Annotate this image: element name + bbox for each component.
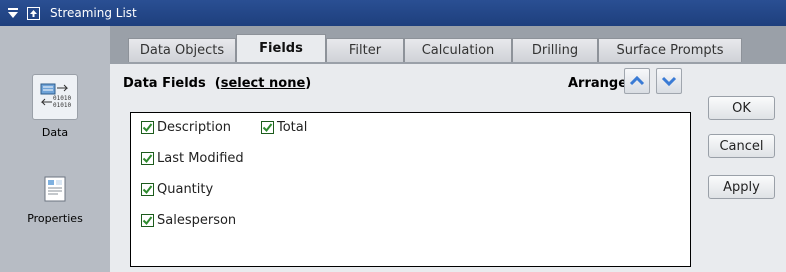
field-item-last-modified[interactable]: Last Modified <box>141 151 244 166</box>
checkbox[interactable] <box>261 121 274 134</box>
field-label: Total <box>277 120 308 135</box>
select-none-link[interactable]: select none <box>221 76 306 91</box>
checkmark-icon <box>142 185 153 195</box>
tab-drilling[interactable]: Drilling <box>512 38 598 62</box>
field-list: Description Total Last Modified Quantity… <box>130 112 691 267</box>
tab-data-objects[interactable]: Data Objects <box>128 38 236 62</box>
window-title: Streaming List <box>50 6 137 20</box>
maximize-icon[interactable] <box>26 6 40 20</box>
properties-icon <box>44 176 66 202</box>
field-item-total[interactable]: Total <box>261 120 307 135</box>
field-item-salesperson[interactable]: Salesperson <box>141 213 236 228</box>
chevron-up-icon <box>629 75 645 86</box>
tab-surface-prompts[interactable]: Surface Prompts <box>598 38 742 62</box>
checkbox[interactable] <box>141 152 154 165</box>
field-label: Quantity <box>157 182 214 197</box>
apply-button[interactable]: Apply <box>708 175 775 199</box>
field-label: Salesperson <box>157 213 237 228</box>
collapse-icon[interactable] <box>6 6 20 20</box>
data-fields-title: Data Fields <box>123 76 206 91</box>
checkmark-icon <box>142 216 153 226</box>
nav-item-data[interactable]: 01010 01010 Data <box>0 74 110 139</box>
nav-item-properties[interactable]: Properties <box>0 176 110 225</box>
svg-text:01010: 01010 <box>53 95 71 102</box>
title-bar: Streaming List <box>0 0 786 26</box>
data-fields-header: Data Fields (select none) <box>123 76 312 91</box>
move-down-button[interactable] <box>656 68 682 94</box>
nav-label-data: Data <box>41 126 69 139</box>
tab-calculation[interactable]: Calculation <box>404 38 512 62</box>
nav-label-properties: Properties <box>27 212 83 225</box>
checkbox[interactable] <box>141 183 154 196</box>
tab-strip: Data Objects Fields Filter Calculation D… <box>110 26 786 66</box>
svg-text:01010: 01010 <box>53 102 71 109</box>
tab-filter[interactable]: Filter <box>326 38 404 62</box>
checkmark-icon <box>142 154 153 164</box>
field-item-description[interactable]: Description <box>141 120 231 135</box>
chevron-down-icon <box>661 76 677 87</box>
checkmark-icon <box>142 123 153 133</box>
move-up-button[interactable] <box>624 68 650 94</box>
cancel-button[interactable]: Cancel <box>708 134 775 158</box>
left-nav-panel: 01010 01010 Data Properties <box>0 26 110 272</box>
field-item-quantity[interactable]: Quantity <box>141 182 213 197</box>
checkbox[interactable] <box>141 121 154 134</box>
field-label: Description <box>157 120 232 135</box>
checkbox[interactable] <box>141 214 154 227</box>
arrange-label: Arrange <box>568 76 628 91</box>
data-icon: 01010 01010 <box>32 74 78 120</box>
field-label: Last Modified <box>157 151 244 166</box>
tab-fields[interactable]: Fields <box>236 34 326 62</box>
fields-panel: Data Fields (select none) Arrange Descri… <box>110 64 786 272</box>
ok-button[interactable]: OK <box>708 96 775 120</box>
checkmark-icon <box>262 123 273 133</box>
